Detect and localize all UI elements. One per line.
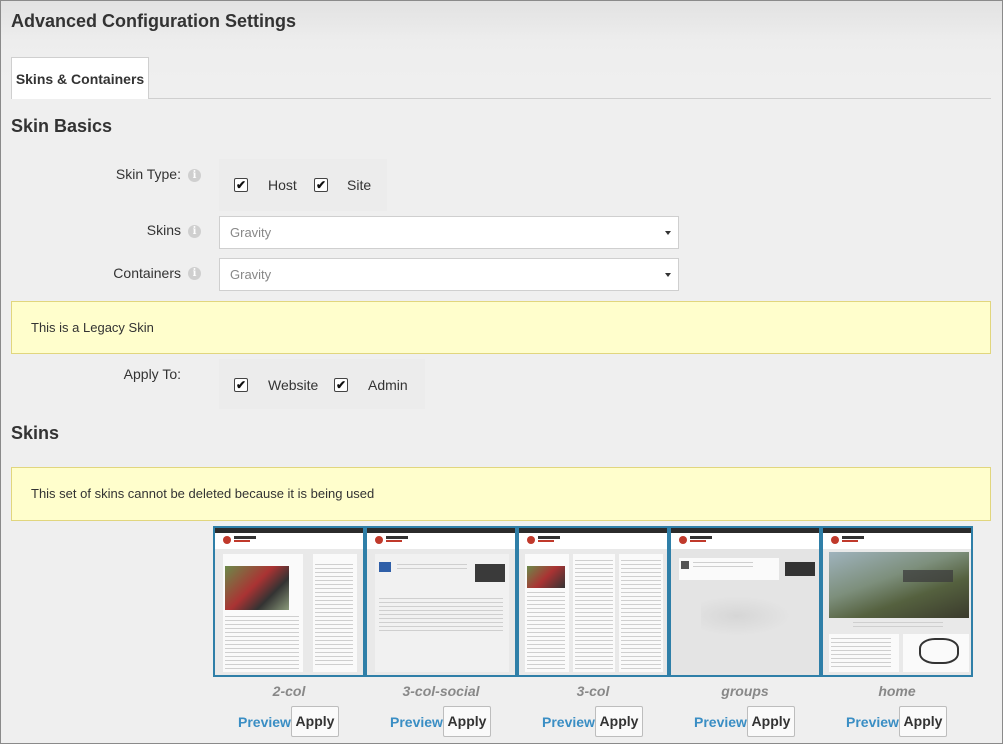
admin-checkbox[interactable]: ✔ [334,378,348,392]
apply-button[interactable]: Apply [443,706,491,737]
preview-link[interactable]: Preview [390,714,443,730]
skin-basics-heading: Skin Basics [11,116,113,136]
site-label: Site [347,177,372,193]
tab-divider [11,98,991,99]
info-icon[interactable]: i [188,267,201,280]
page-title: Advanced Configuration Settings [11,11,297,31]
skins-heading: Skins [11,423,60,443]
skin-thumbnail[interactable] [213,526,365,677]
skin-thumbnail[interactable] [365,526,517,677]
caret-down-icon [665,273,671,277]
skins-in-use-notice: This set of skins cannot be deleted beca… [11,467,991,521]
settings-window: Advanced Configuration Settings Skins & … [0,0,1003,744]
preview-link[interactable]: Preview [846,714,899,730]
skins-select-value: Gravity [230,225,272,240]
containers-select-value: Gravity [230,267,272,282]
skin-name: 3-col [576,683,610,699]
skin-thumbnail[interactable] [517,526,669,677]
host-checkbox[interactable]: ✔ [234,178,248,192]
skin-name: 2-col [272,683,306,699]
admin-label: Admin [368,377,408,393]
skin-name: 3-col-social [402,683,480,699]
skins-label: Skins [146,222,181,238]
containers-select[interactable]: Gravity [219,258,679,291]
containers-label: Containers [113,265,181,281]
website-checkbox[interactable]: ✔ [234,378,248,392]
info-icon[interactable]: i [188,225,201,238]
apply-button[interactable]: Apply [595,706,643,737]
preview-link[interactable]: Preview [238,714,291,730]
tab-skins-containers[interactable]: Skins & Containers [11,57,149,99]
skin-thumbnail[interactable] [669,526,821,677]
preview-link[interactable]: Preview [694,714,747,730]
skin-name: groups [721,683,769,699]
skin-name: home [878,683,916,699]
checkmark-icon: ✔ [235,178,247,192]
caret-down-icon [665,231,671,235]
apply-to-label: Apply To: [123,366,181,382]
legacy-skin-notice: This is a Legacy Skin [11,301,991,354]
host-label: Host [268,177,297,193]
info-icon[interactable]: i [188,169,201,182]
apply-to-checkbox-group: ✔ Website ✔ Admin [219,359,425,409]
skin-type-label: Skin Type: [115,166,181,182]
apply-button[interactable]: Apply [291,706,339,737]
skin-type-checkbox-group: ✔ Host ✔ Site [219,159,387,211]
checkmark-icon: ✔ [235,378,247,392]
apply-button[interactable]: Apply [747,706,795,737]
preview-link[interactable]: Preview [542,714,595,730]
site-checkbox[interactable]: ✔ [314,178,328,192]
website-label: Website [268,377,319,393]
apply-button[interactable]: Apply [899,706,947,737]
skin-thumbnail[interactable] [821,526,973,677]
skins-select[interactable]: Gravity [219,216,679,249]
checkmark-icon: ✔ [335,378,347,392]
checkmark-icon: ✔ [315,178,327,192]
